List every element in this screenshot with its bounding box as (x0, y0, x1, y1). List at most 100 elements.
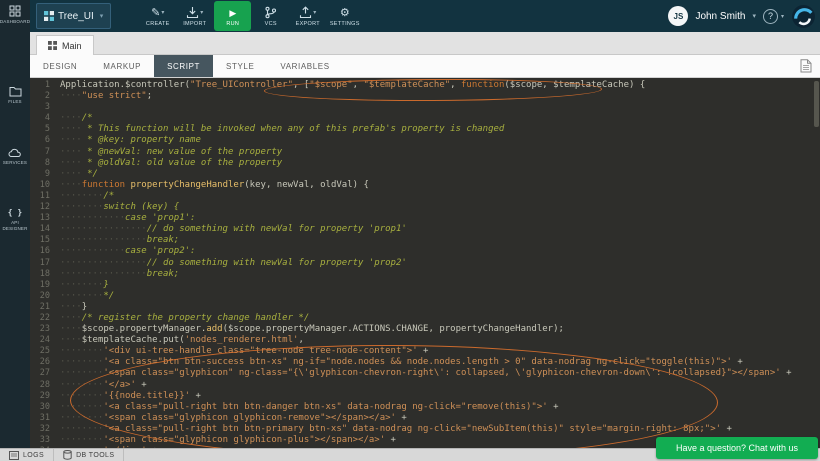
chevron-down-icon[interactable]: ▾ (752, 12, 756, 20)
editor-scrollbar[interactable] (814, 81, 819, 127)
tab-script[interactable]: SCRIPT (154, 55, 213, 77)
code-line[interactable]: ········/* (60, 191, 812, 202)
avatar[interactable]: JS (668, 6, 688, 26)
gutter-line-number: 2 (30, 91, 50, 102)
code-line[interactable]: ················break; (60, 269, 812, 280)
code-editor[interactable]: 1234567891011121314151617181920212223242… (30, 78, 820, 448)
settings-label: SETTINGS (330, 21, 360, 27)
chevron-down-icon: ▾ (200, 9, 203, 16)
code-line[interactable]: ····/* (60, 113, 812, 124)
code-line[interactable]: ········'{{node.title}}' + (60, 391, 812, 402)
export-label: EXPORT (296, 21, 320, 27)
code-line[interactable]: ················// do something with new… (60, 224, 812, 235)
editor-mode-tabs: DESIGN MARKUP SCRIPT STYLE VARIABLES (30, 55, 820, 78)
services-icon (8, 148, 22, 158)
code-line[interactable]: ········'<div ui-tree-handle class="tree… (60, 346, 812, 357)
gutter-line-number: 4 (30, 113, 50, 124)
code-line[interactable]: ············case 'prop1': (60, 213, 812, 224)
code-line[interactable]: ················break; (60, 235, 812, 246)
sidebar-item-files[interactable]: FILES (0, 86, 30, 105)
run-icon: ▶ (229, 7, 236, 19)
code-line[interactable]: ···· * @oldVal: old value of the propert… (60, 158, 812, 169)
gutter-line-number: 24 (30, 335, 50, 346)
tab-variables[interactable]: VARIABLES (267, 55, 342, 77)
code-line[interactable]: ················// do something with new… (60, 258, 812, 269)
tab-main-page[interactable]: Main (36, 35, 94, 55)
code-line[interactable]: Application.$controller("Tree_UIControll… (60, 80, 812, 91)
sidebar-item-label: FILES (8, 99, 22, 105)
code-line[interactable]: ····$scope.propertyManager.add($scope.pr… (60, 324, 812, 335)
code-line[interactable]: ····} (60, 302, 812, 313)
user-name[interactable]: John Smith (695, 11, 745, 22)
file-document-icon[interactable] (800, 55, 812, 77)
code-line[interactable]: ····"use strict"; (60, 91, 812, 102)
chevron-down-icon[interactable]: ▾ (781, 13, 784, 20)
database-icon (63, 450, 72, 460)
project-tab[interactable]: Tree_UI ▾ (36, 3, 111, 29)
sidebar-item-dashboard[interactable]: DASHBOARD (0, 5, 30, 25)
code-line[interactable]: ···· */ (60, 169, 812, 180)
sidebar-item-api-designer[interactable]: { } API DESIGNER (0, 208, 30, 233)
logs-button[interactable]: LOGS (0, 449, 53, 461)
gutter-line-number: 12 (30, 202, 50, 213)
settings-button[interactable]: ⚙ SETTINGS (326, 1, 363, 31)
tab-design[interactable]: DESIGN (30, 55, 90, 77)
tab-main-label: Main (62, 41, 82, 51)
gutter-line-number: 15 (30, 235, 50, 246)
code-line[interactable]: ···· * This function will be invoked whe… (60, 124, 812, 135)
sidebar-item-label: DASHBOARD (0, 19, 30, 25)
gutter-line-number: 5 (30, 124, 50, 135)
code-line[interactable]: ········switch (key) { (60, 202, 812, 213)
gutter-line-number: 6 (30, 135, 50, 146)
code-line[interactable]: ········'<span class="glyphicon" ng-clas… (60, 368, 812, 379)
gutter-line-number: 18 (30, 269, 50, 280)
code-line[interactable]: ········'<span class="glyphicon glyphico… (60, 413, 812, 424)
gutter-line-number: 31 (30, 413, 50, 424)
project-grid-icon (44, 11, 54, 21)
files-icon (9, 86, 22, 97)
db-tools-button[interactable]: DB TOOLS (54, 449, 123, 461)
db-tools-label: DB TOOLS (76, 452, 114, 459)
left-sidebar: DASHBOARD FILES SERVICES { } API DESIGNE… (0, 0, 30, 448)
code-line[interactable] (60, 102, 812, 113)
import-button[interactable]: ▾ IMPORT (176, 1, 213, 31)
code-line[interactable]: ···· * @newVal: new value of the propert… (60, 147, 812, 158)
export-button[interactable]: ▾ EXPORT (289, 1, 326, 31)
api-designer-icon: { } (8, 208, 22, 218)
tab-markup[interactable]: MARKUP (90, 55, 154, 77)
gutter-line-number: 19 (30, 280, 50, 291)
code-line[interactable]: ············case 'prop2': (60, 246, 812, 257)
gutter-line-number: 25 (30, 346, 50, 357)
gutter-line-number: 21 (30, 302, 50, 313)
run-button[interactable]: ▶ RUN (214, 1, 251, 31)
editor-gutter: 1234567891011121314151617181920212223242… (30, 80, 56, 448)
gutter-line-number: 26 (30, 357, 50, 368)
create-button[interactable]: ✎▾ CREATE (139, 1, 176, 31)
sidebar-item-label: SERVICES (3, 160, 27, 166)
code-line[interactable]: ····/* register the property change hand… (60, 313, 812, 324)
code-lines[interactable]: Application.$controller("Tree_UIControll… (60, 80, 812, 448)
gutter-line-number: 16 (30, 246, 50, 257)
help-button[interactable]: ? (763, 9, 778, 24)
code-line[interactable]: ········'<a class="btn btn-success btn-x… (60, 357, 812, 368)
code-line[interactable]: ····$templateCache.put('nodes_renderer.h… (60, 335, 812, 346)
gutter-line-number: 1 (30, 80, 50, 91)
gutter-line-number: 30 (30, 402, 50, 413)
page-grid-icon (48, 41, 57, 50)
code-line[interactable]: ····function propertyChangeHandler(key, … (60, 180, 812, 191)
chat-with-us-button[interactable]: Have a question? Chat with us (656, 437, 818, 459)
vcs-branch-icon (264, 6, 277, 19)
header: Tree_UI ▾ ✎▾ CREATE ▾ IMPORT ▶ RUN (30, 0, 820, 32)
vcs-button[interactable]: VCS (252, 1, 289, 31)
code-line[interactable]: ···· * @key: property name (60, 135, 812, 146)
tab-style[interactable]: STYLE (213, 55, 267, 77)
gutter-line-number: 11 (30, 191, 50, 202)
sidebar-item-services[interactable]: SERVICES (0, 148, 30, 166)
run-label: RUN (226, 21, 239, 27)
wavemaker-logo[interactable] (791, 4, 816, 29)
code-line[interactable]: ········*/ (60, 291, 812, 302)
code-line[interactable]: ········'<a class="pull-right btn btn-pr… (60, 424, 812, 435)
code-line[interactable]: ········'</a>' + (60, 380, 812, 391)
code-line[interactable]: ········'<a class="pull-right btn btn-da… (60, 402, 812, 413)
code-line[interactable]: ········} (60, 280, 812, 291)
